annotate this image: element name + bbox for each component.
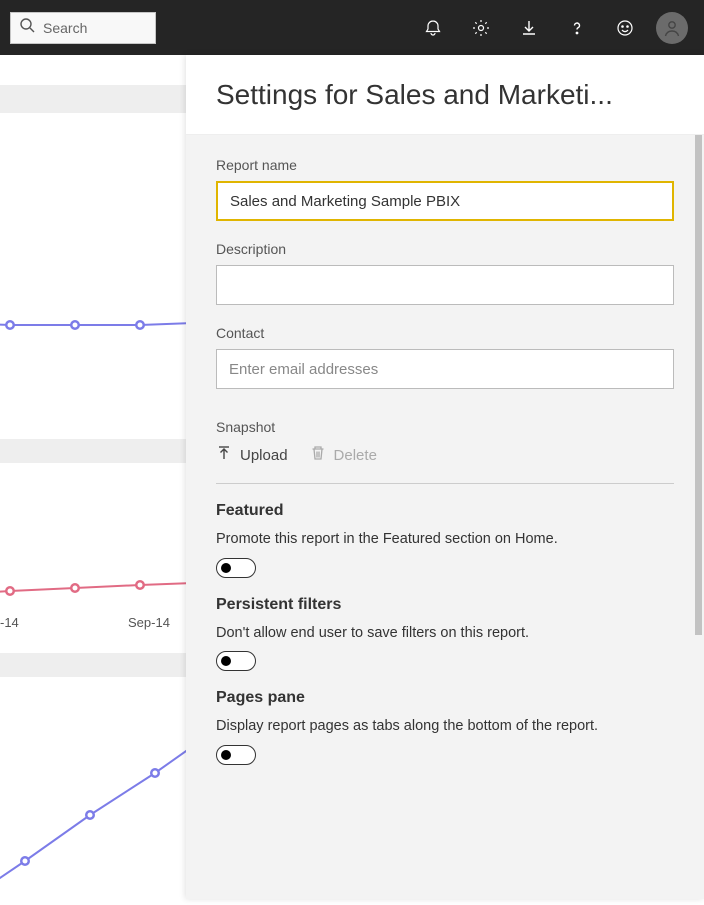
axis-tick: -14: [0, 615, 19, 630]
app-header: [0, 0, 704, 55]
featured-heading: Featured: [216, 502, 674, 520]
download-icon[interactable]: [508, 7, 550, 49]
divider: [216, 483, 674, 484]
snapshot-actions: Upload Delete: [216, 445, 674, 465]
panel-body: Report name Description Contact Snapshot…: [186, 135, 704, 899]
axis-tick: Sep-14: [128, 615, 170, 630]
avatar[interactable]: [656, 12, 688, 44]
contact-input[interactable]: [216, 349, 674, 389]
delete-icon: [310, 445, 326, 465]
persistent-filters-heading: Persistent filters: [216, 596, 674, 614]
snapshot-label: Snapshot: [216, 419, 674, 435]
persistent-filters-desc: Don't allow end user to save filters on …: [216, 624, 674, 644]
upload-label: Upload: [240, 447, 288, 464]
featured-desc: Promote this report in the Featured sect…: [216, 530, 674, 550]
help-icon[interactable]: [556, 7, 598, 49]
upload-icon: [216, 445, 232, 465]
delete-button: Delete: [310, 445, 377, 465]
search-input[interactable]: [43, 20, 147, 36]
search-box[interactable]: [10, 12, 156, 44]
report-name-label: Report name: [216, 157, 674, 173]
featured-toggle[interactable]: [216, 558, 256, 578]
settings-panel: Settings for Sales and Marketi... Report…: [186, 55, 704, 899]
gear-icon[interactable]: [460, 7, 502, 49]
delete-label: Delete: [334, 447, 377, 464]
toggle-knob: [221, 750, 231, 760]
pages-pane-heading: Pages pane: [216, 689, 674, 707]
bg-chart-1: [0, 185, 190, 445]
upload-button[interactable]: Upload: [216, 445, 288, 465]
description-label: Description: [216, 241, 674, 257]
pages-pane-desc: Display report pages as tabs along the b…: [216, 717, 674, 737]
panel-title: Settings for Sales and Marketi...: [216, 79, 674, 111]
description-input[interactable]: [216, 265, 674, 305]
scrollbar[interactable]: [694, 135, 704, 655]
persistent-filters-toggle[interactable]: [216, 651, 256, 671]
toggle-knob: [221, 563, 231, 573]
search-icon: [19, 17, 35, 38]
bg-chart-2: [0, 535, 190, 655]
notifications-icon[interactable]: [412, 7, 454, 49]
bg-chart-3: [0, 695, 190, 905]
feedback-icon[interactable]: [604, 7, 646, 49]
report-name-input[interactable]: [216, 181, 674, 221]
pages-pane-toggle[interactable]: [216, 745, 256, 765]
scrollbar-thumb[interactable]: [695, 135, 702, 635]
panel-titlebar: Settings for Sales and Marketi...: [186, 55, 704, 135]
contact-label: Contact: [216, 325, 674, 341]
toggle-knob: [221, 656, 231, 666]
